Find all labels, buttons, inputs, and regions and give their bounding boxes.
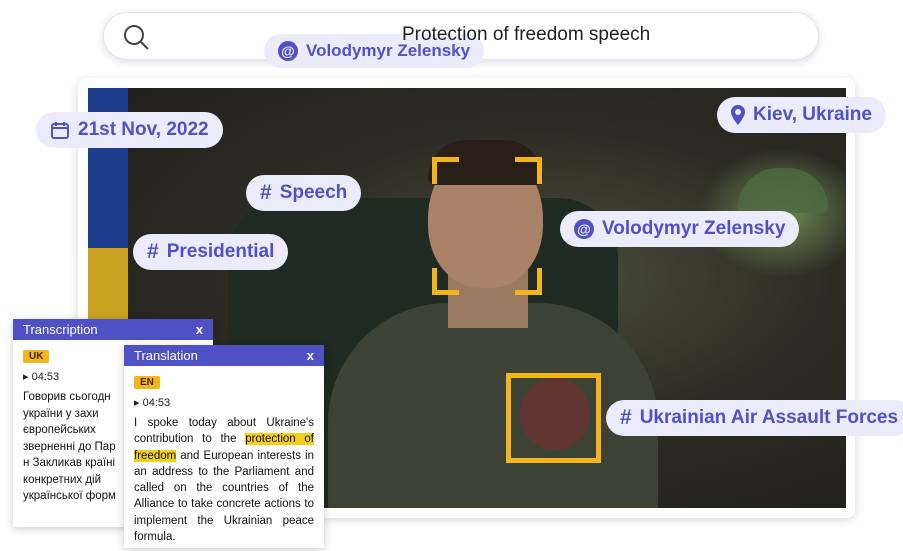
- speech-tag-label: Speech: [279, 182, 348, 203]
- speech-tag[interactable]: # Speech: [246, 175, 362, 211]
- date-tag-label: 21st Nov, 2022: [78, 119, 209, 140]
- calendar-icon: [51, 122, 69, 139]
- location-tag[interactable]: Kiev, Ukraine: [717, 97, 886, 133]
- face-bracket-top-right: [515, 157, 542, 184]
- date-tag[interactable]: 21st Nov, 2022: [36, 112, 223, 148]
- search-input[interactable]: Protection of freedom speech: [402, 24, 650, 46]
- hash-icon: #: [620, 406, 632, 429]
- at-icon: @: [278, 41, 298, 61]
- timestamp[interactable]: ▸ 04:53: [134, 396, 314, 409]
- hash-icon: #: [260, 181, 272, 204]
- presidential-tag[interactable]: # Presidential: [133, 234, 289, 270]
- location-pin-icon: [731, 105, 745, 125]
- translation-title: Translation: [134, 348, 198, 363]
- face-bracket-top-left: [432, 157, 459, 184]
- presidential-tag-label: Presidential: [166, 241, 275, 262]
- transcription-title: Transcription: [23, 322, 98, 337]
- location-tag-label: Kiev, Ukraine: [753, 104, 872, 125]
- person-tag[interactable]: @ Volodymyr Zelensky: [560, 211, 800, 247]
- unit-tag-label: Ukrainian Air Assault Forces: [639, 407, 899, 428]
- emblem-detection-box: [506, 373, 601, 463]
- face-bracket-bottom-left: [432, 268, 459, 295]
- close-icon[interactable]: x: [307, 345, 314, 366]
- translation-text-part: and European interests in an address to …: [134, 449, 314, 544]
- language-badge: UK: [23, 350, 50, 363]
- close-icon[interactable]: x: [196, 319, 203, 340]
- at-icon: @: [574, 219, 594, 239]
- unit-tag[interactable]: # Ukrainian Air Assault Forces: [606, 400, 903, 436]
- translation-header: Translation x: [124, 345, 324, 366]
- search-icon[interactable]: [122, 23, 150, 51]
- transcription-header: Transcription x: [13, 319, 213, 340]
- hash-icon: #: [147, 240, 159, 263]
- translation-text: I spoke today about Ukraine's contributi…: [134, 415, 314, 545]
- person-body: [328, 303, 658, 508]
- search-bar[interactable]: @ Volodymyr Zelensky Protection of freed…: [103, 12, 819, 68]
- translation-panel: Translation x EN ▸ 04:53 I spoke today a…: [124, 345, 324, 548]
- face-bracket-bottom-right: [515, 268, 542, 295]
- language-badge: EN: [134, 376, 160, 389]
- person-tag-label: Volodymyr Zelensky: [602, 218, 786, 239]
